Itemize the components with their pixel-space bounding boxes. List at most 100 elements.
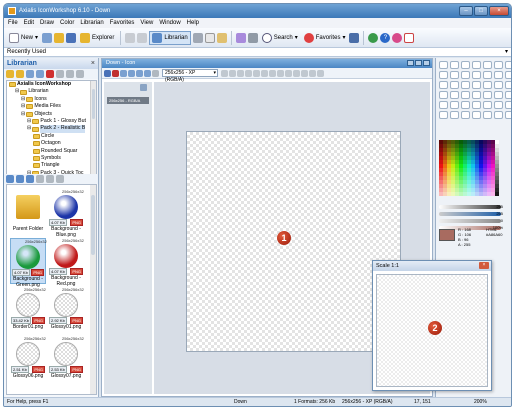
tree-node[interactable]: Rounded Squar [7, 148, 96, 155]
preview-icon[interactable] [253, 69, 260, 77]
brightness-slider[interactable] [439, 205, 501, 209]
monitor-icon[interactable] [349, 32, 360, 43]
select-tool-icon[interactable] [439, 61, 448, 69]
opt-a-tool-icon[interactable] [439, 111, 448, 119]
settings-icon[interactable] [247, 32, 258, 43]
image-icon[interactable] [235, 32, 246, 43]
expand-icon[interactable]: ⊟ [21, 111, 25, 118]
tree-node[interactable]: Symbols [7, 155, 96, 162]
tiles-scrollbar[interactable] [90, 185, 96, 394]
expand-icon[interactable]: ⊟ [21, 103, 25, 110]
library-tile[interactable]: 256x256x32 2.92 Kb PNG Glossy01.png [48, 287, 84, 333]
new-format-icon[interactable] [120, 69, 127, 77]
cut-icon[interactable] [192, 32, 203, 43]
style-d-tool-icon[interactable] [472, 101, 481, 109]
edit-canvas[interactable] [186, 131, 401, 352]
tree-node[interactable]: ⊟ Media Files [7, 103, 96, 110]
menu-favorites[interactable]: Favorites [110, 20, 135, 26]
saturation-slider[interactable] [439, 212, 501, 216]
copy-icon[interactable] [16, 175, 24, 183]
ellipse-tool-icon[interactable] [472, 71, 481, 79]
magic-wand-tool-icon[interactable] [461, 61, 470, 69]
next-format-icon[interactable] [229, 69, 236, 77]
mac-icon[interactable] [152, 69, 159, 77]
open-folder-icon[interactable] [54, 32, 65, 43]
save-icon[interactable] [104, 69, 111, 77]
web-icon[interactable] [368, 32, 379, 43]
help-icon[interactable]: ? [380, 32, 391, 43]
library-tree[interactable]: Axialis IconWorkshop ⊟ Librarian ⊟ Icons ⊟ Med… [6, 80, 97, 175]
smudge-tool-icon[interactable] [494, 81, 503, 89]
tree-node[interactable]: ⊟ Pack 1 - Glossy But [7, 118, 96, 125]
menu-color[interactable]: Color [60, 20, 74, 26]
favorites-button[interactable]: Favorites ▾ [302, 31, 348, 45]
close-button[interactable]: × [489, 6, 509, 16]
filter-icon[interactable] [36, 175, 44, 183]
paste-icon[interactable] [216, 32, 227, 43]
add-icon[interactable] [36, 70, 44, 78]
library-tile[interactable]: 256x256x32 4.07 Kb PNG Background - Blue.pn… [48, 189, 84, 238]
delete-format-icon[interactable] [128, 69, 135, 77]
pencil-tool-icon[interactable] [472, 61, 481, 69]
polygon-tool-icon[interactable] [494, 71, 503, 79]
export-icon[interactable] [112, 69, 119, 77]
format-select[interactable]: 256x256 - XP (RGB/A) ▾ [162, 69, 218, 83]
opt-c-tool-icon[interactable] [461, 111, 470, 119]
library-icon[interactable] [26, 70, 34, 78]
explorer-button[interactable]: Explorer [78, 31, 116, 45]
maximize-button[interactable]: □ [474, 6, 488, 16]
doc-close-button[interactable] [423, 60, 430, 66]
style-b-tool-icon[interactable] [450, 101, 459, 109]
brush-a-tool-icon[interactable] [483, 91, 492, 99]
current-color-swatch[interactable] [439, 229, 455, 241]
tree-scrollbar[interactable] [90, 81, 96, 174]
test-icon[interactable] [261, 69, 268, 77]
librarian-button[interactable]: Librarian [149, 30, 191, 45]
windows-icon[interactable] [144, 69, 151, 77]
properties-icon[interactable] [66, 70, 74, 78]
tree-node[interactable]: ⊟ Pack 2 - Realistic B [7, 125, 96, 133]
close-icon[interactable]: × [479, 262, 489, 269]
dot-xl-tool-icon[interactable] [472, 91, 481, 99]
eyedropper-tool-icon[interactable] [505, 81, 511, 89]
menu-help[interactable]: Help [187, 20, 199, 26]
palette-swatch[interactable] [495, 192, 499, 196]
pan-icon[interactable] [293, 69, 300, 77]
tree-node[interactable]: ⊟ Librarian [7, 88, 96, 95]
menu-window[interactable]: Window [159, 20, 180, 26]
refresh-icon[interactable] [56, 175, 64, 183]
zoom-out-icon[interactable] [277, 69, 284, 77]
color-picker-icon[interactable] [392, 32, 403, 43]
new-folder-icon[interactable] [16, 70, 24, 78]
collapse-icon[interactable] [140, 84, 147, 91]
rect-tool-icon[interactable] [461, 71, 470, 79]
tree-node[interactable]: Triangle [7, 162, 96, 169]
expand-icon[interactable]: ⊟ [21, 96, 25, 103]
menu-edit[interactable]: Edit [24, 20, 34, 26]
folder-icon[interactable] [6, 70, 14, 78]
save-icon[interactable] [66, 32, 77, 43]
search-button[interactable]: Search ▾ [260, 31, 300, 45]
menu-file[interactable]: File [8, 20, 18, 26]
view-icon[interactable] [76, 70, 84, 78]
spray-tool-icon[interactable] [439, 81, 448, 89]
paste-icon[interactable] [26, 175, 34, 183]
undo-icon[interactable] [125, 32, 136, 43]
style-a-tool-icon[interactable] [439, 101, 448, 109]
tree-node[interactable]: ⊟ Icons [7, 96, 96, 103]
zoom-in-icon[interactable] [269, 69, 276, 77]
opt-d-tool-icon[interactable] [472, 111, 481, 119]
grid-icon[interactable] [237, 69, 244, 77]
cut-icon[interactable] [56, 70, 64, 78]
opt-e-tool-icon[interactable] [483, 111, 492, 119]
background-icon[interactable] [245, 69, 252, 77]
style-f-tool-icon[interactable] [494, 101, 503, 109]
doc-minimize-button[interactable] [407, 60, 414, 66]
copy-icon[interactable] [204, 32, 215, 43]
library-tile[interactable]: 256x256x32 4.07 Kb PNG Background - Red.png [48, 238, 84, 287]
import-icon[interactable] [136, 69, 143, 77]
tree-node[interactable]: Octagon [7, 140, 96, 147]
doc-maximize-button[interactable] [415, 60, 422, 66]
scrollbar-thumb[interactable] [91, 195, 95, 255]
brush-c-tool-icon[interactable] [505, 91, 511, 99]
